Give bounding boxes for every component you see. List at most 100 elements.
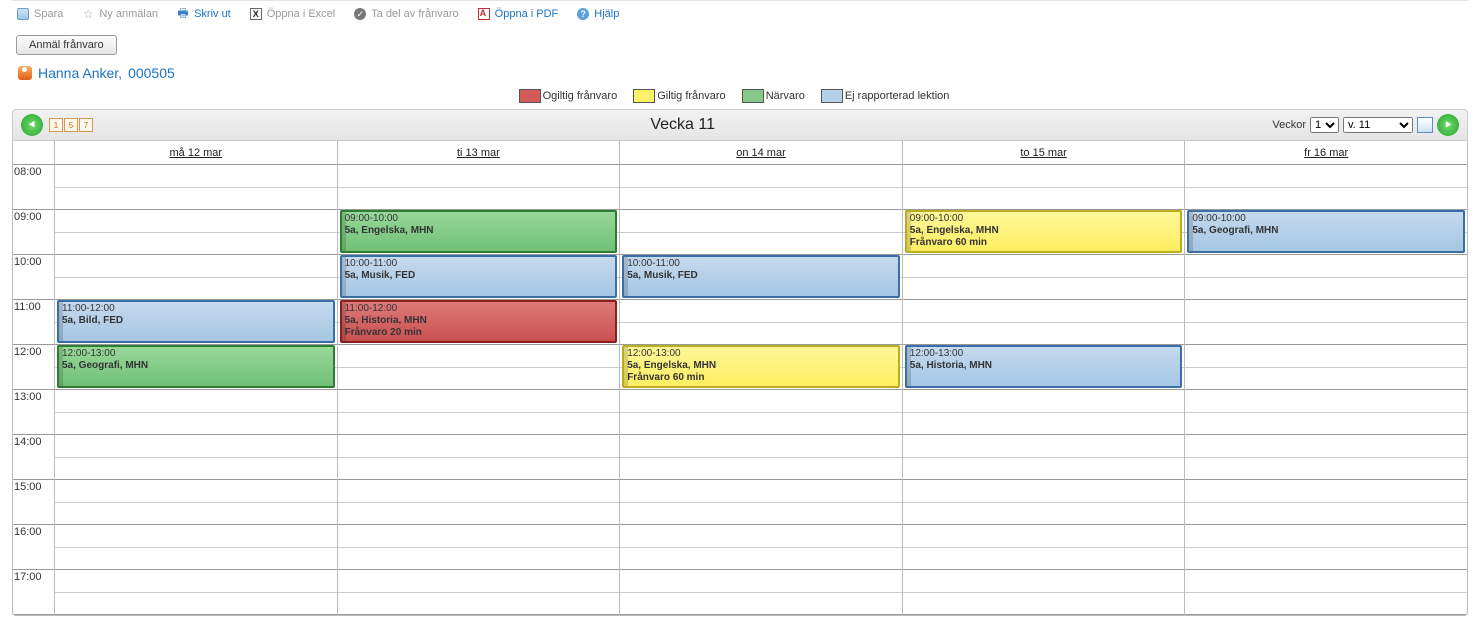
day-header-mon[interactable]: må 12 mar <box>55 141 338 165</box>
grid-row <box>55 255 337 278</box>
swatch-green-icon <box>742 89 764 103</box>
new-report-label: Ny anmälan <box>99 8 158 20</box>
legend-attendance: Närvaro <box>742 89 805 103</box>
new-report-button[interactable]: ☆ Ny anmälan <box>81 7 158 21</box>
legend: Ogiltig frånvaro Giltig frånvaro Närvaro… <box>12 89 1468 103</box>
weeks-count-select[interactable]: 1 <box>1310 117 1339 133</box>
day-link-fri[interactable]: fr 16 mar <box>1304 147 1348 159</box>
day-header-wed[interactable]: on 14 mar <box>620 141 903 165</box>
day-column-thu: 09:00-10:005a, Engelska, MHNFrånvaro 60 … <box>903 165 1186 615</box>
time-slot: 08:00 <box>13 165 54 210</box>
grid-row <box>903 188 1185 211</box>
week-select[interactable]: v. 11 <box>1343 117 1413 133</box>
grid-row <box>1185 255 1467 278</box>
person-name: Hanna Anker, <box>38 65 122 81</box>
calendar-icon[interactable] <box>1417 117 1433 133</box>
lesson-event[interactable]: 11:00-12:005a, Bild, FED <box>57 300 335 343</box>
grid-row <box>1185 413 1467 436</box>
take-part-button[interactable]: ✓ Ta del av frånvaro <box>353 7 458 21</box>
lesson-event[interactable]: 12:00-13:005a, Geografi, MHN <box>57 345 335 388</box>
lesson-event[interactable]: 11:00-12:005a, Historia, MHNFrånvaro 20 … <box>340 300 618 343</box>
time-slot: 16:00 <box>13 525 54 570</box>
grid-row <box>620 233 902 256</box>
day-header-tue[interactable]: ti 13 mar <box>338 141 621 165</box>
mini-cal-1[interactable]: 1 <box>49 118 63 132</box>
grid-row <box>903 525 1185 548</box>
week-bar: ⯇ 1 5 7 Vecka 11 Veckor 1 v. 11 ⯈ <box>12 109 1468 141</box>
print-button[interactable]: 🖶 Skriv ut <box>176 7 231 21</box>
grid-row <box>903 413 1185 436</box>
grid-row <box>338 593 620 616</box>
help-button[interactable]: ? Hjälp <box>576 7 619 21</box>
report-absence-button[interactable]: Anmäl frånvaro <box>16 35 117 55</box>
grid-row <box>1185 323 1467 346</box>
swatch-red-icon <box>519 89 541 103</box>
lesson-event[interactable]: 09:00-10:005a, Geografi, MHN <box>1187 210 1465 253</box>
grid-row <box>1185 345 1467 368</box>
save-button[interactable]: Spara <box>16 7 63 21</box>
open-excel-button[interactable]: X Öppna i Excel <box>249 7 335 21</box>
time-gutter: 08:0009:0010:0011:0012:0013:0014:0015:00… <box>13 165 55 615</box>
grid-row <box>903 435 1185 458</box>
grid-row <box>55 548 337 571</box>
take-part-label: Ta del av frånvaro <box>371 8 458 20</box>
lesson-event[interactable]: 12:00-13:005a, Historia, MHN <box>905 345 1183 388</box>
legend-unreported: Ej rapporterad lektion <box>821 89 950 103</box>
day-link-mon[interactable]: må 12 mar <box>170 147 223 159</box>
grid-row <box>1185 188 1467 211</box>
day-header-fri[interactable]: fr 16 mar <box>1185 141 1467 165</box>
time-gutter-header <box>13 141 55 165</box>
grid-row <box>1185 593 1467 616</box>
person-icon <box>18 66 32 80</box>
time-slot: 15:00 <box>13 480 54 525</box>
lesson-event[interactable]: 09:00-10:005a, Engelska, MHN <box>340 210 618 253</box>
day-header-thu[interactable]: to 15 mar <box>903 141 1186 165</box>
day-link-wed[interactable]: on 14 mar <box>736 147 786 159</box>
calendar: må 12 mar ti 13 mar on 14 mar to 15 mar … <box>12 141 1468 616</box>
legend-attendance-label: Närvaro <box>766 90 805 102</box>
grid-row <box>338 503 620 526</box>
grid-row <box>55 435 337 458</box>
grid-row <box>903 480 1185 503</box>
grid-row <box>338 413 620 436</box>
grid-row <box>1185 525 1467 548</box>
grid-row <box>620 188 902 211</box>
legend-valid: Giltig frånvaro <box>633 89 725 103</box>
grid-row <box>338 548 620 571</box>
toolbar: Spara ☆ Ny anmälan 🖶 Skriv ut X Öppna i … <box>12 0 1468 31</box>
grid-row <box>903 503 1185 526</box>
prev-week-button[interactable]: ⯇ <box>21 114 43 136</box>
time-slot: 13:00 <box>13 390 54 435</box>
mini-cal-5[interactable]: 5 <box>64 118 78 132</box>
grid-row <box>903 323 1185 346</box>
next-week-button[interactable]: ⯈ <box>1437 114 1459 136</box>
grid-row <box>55 165 337 188</box>
grid-row <box>55 503 337 526</box>
grid-row <box>620 503 902 526</box>
grid-row <box>338 525 620 548</box>
lesson-event[interactable]: 12:00-13:005a, Engelska, MHNFrånvaro 60 … <box>622 345 900 388</box>
grid-row <box>1185 458 1467 481</box>
time-slot: 09:00 <box>13 210 54 255</box>
lesson-event[interactable]: 10:00-11:005a, Musik, FED <box>622 255 900 298</box>
day-link-thu[interactable]: to 15 mar <box>1020 147 1066 159</box>
grid-row <box>55 233 337 256</box>
print-label: Skriv ut <box>194 8 231 20</box>
lesson-event[interactable]: 10:00-11:005a, Musik, FED <box>340 255 618 298</box>
lesson-event[interactable]: 09:00-10:005a, Engelska, MHNFrånvaro 60 … <box>905 210 1183 253</box>
grid-row <box>1185 480 1467 503</box>
mini-cal-7[interactable]: 7 <box>79 118 93 132</box>
day-link-tue[interactable]: ti 13 mar <box>457 147 500 159</box>
grid-row <box>338 458 620 481</box>
time-slot: 14:00 <box>13 435 54 480</box>
star-icon: ☆ <box>81 7 95 21</box>
grid-row <box>620 390 902 413</box>
open-pdf-button[interactable]: Öppna i PDF <box>477 7 559 21</box>
grid-row <box>338 480 620 503</box>
grid-row <box>903 300 1185 323</box>
save-icon <box>16 7 30 21</box>
grid-row <box>620 570 902 593</box>
check-icon: ✓ <box>353 7 367 21</box>
grid-row <box>55 413 337 436</box>
help-label: Hjälp <box>594 8 619 20</box>
